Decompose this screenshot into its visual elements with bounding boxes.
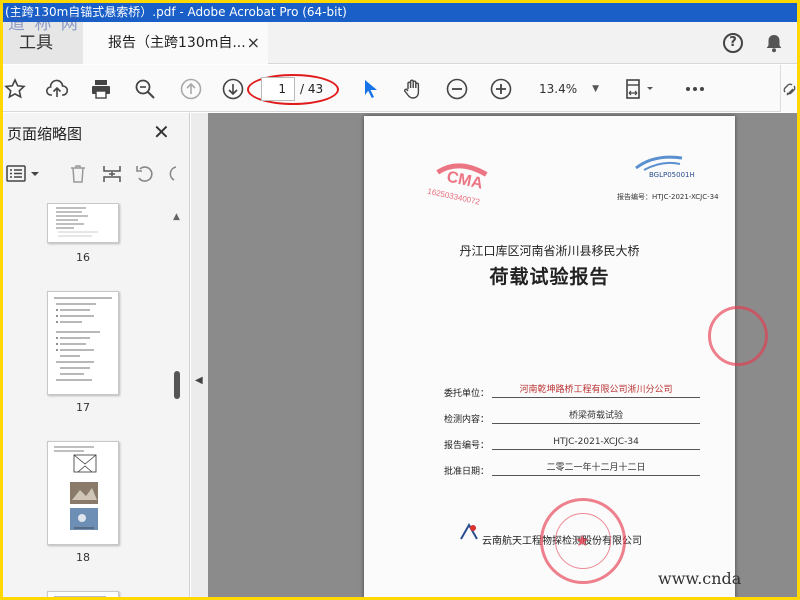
document-subtitle: 丹江口库区河南省淅川县移民大桥 — [459, 244, 640, 258]
help-icon[interactable]: ? — [723, 33, 743, 53]
field-value-content: 桥梁荷载试验 — [492, 410, 700, 424]
thumbnail-page-number: 17 — [76, 401, 90, 414]
thumbnail-list: 16 17 18 — [3, 203, 173, 597]
close-tab-icon[interactable]: × — [247, 22, 260, 64]
fit-page-icon[interactable] — [623, 77, 657, 101]
tab-bar: 工具 报告（主跨130m自... × ? — [3, 22, 797, 64]
field-value-date: 二零二一年十二月十二日 — [492, 462, 700, 476]
rotate-left-icon[interactable] — [134, 163, 156, 189]
thumbnail-page[interactable] — [47, 291, 119, 395]
page-up-icon[interactable] — [179, 77, 203, 101]
cloud-upload-icon[interactable] — [45, 77, 69, 101]
thumbnail-page[interactable] — [47, 203, 119, 243]
panel-toolbar — [3, 159, 190, 189]
seal-stamp-right — [708, 306, 768, 366]
cma-stamp: CMA 162503340072 — [420, 150, 509, 216]
chevron-down-icon: ▼ — [592, 84, 599, 94]
more-icon[interactable] — [683, 77, 707, 101]
rotate-right-icon[interactable] — [166, 163, 188, 189]
page-total: / 43 — [300, 82, 324, 96]
document-view[interactable]: CMA 162503340072 BGLP05001H 报告编号：HTJC-20… — [208, 113, 797, 597]
link-icon[interactable] — [780, 65, 797, 112]
zoom-search-icon[interactable] — [133, 77, 157, 101]
scrollbar-thumb[interactable] — [174, 371, 180, 399]
thumbnail-panel: 页面缩略图 ✕ 16 17 18 ▲ — [3, 113, 190, 597]
document-title: 荷载试验报告 — [489, 266, 610, 288]
document-page: CMA 162503340072 BGLP05001H 报告编号：HTJC-20… — [364, 116, 768, 597]
zoom-in-icon[interactable] — [489, 77, 513, 101]
certificate-code: BGLP05001H — [649, 171, 695, 179]
page-down-icon[interactable] — [221, 77, 245, 101]
select-cursor-icon[interactable] — [359, 77, 383, 101]
panel-splitter[interactable]: ◀ — [191, 113, 208, 597]
delete-page-icon[interactable] — [67, 163, 89, 189]
insert-page-icon[interactable] — [101, 163, 123, 189]
watermark-bottom-right: www.cnda — [658, 569, 742, 588]
collapse-arrow-icon[interactable]: ◀ — [195, 375, 203, 386]
field-label-date: 批准日期： — [444, 467, 490, 477]
thumbnail-scrollbar[interactable]: ▲ — [170, 206, 184, 597]
bookmark-star-icon[interactable] — [3, 77, 27, 101]
page-number-input[interactable]: 1 — [261, 77, 295, 101]
close-panel-icon[interactable]: ✕ — [153, 120, 170, 144]
scroll-up-arrow-icon[interactable]: ▲ — [173, 212, 180, 222]
company-seal: ★ — [540, 498, 626, 584]
company-logo — [458, 522, 480, 542]
acrobat-window: (主跨130m自锚式悬索桥）.pdf - Adobe Acrobat Pro (… — [3, 3, 797, 597]
thumbnail-page[interactable] — [47, 441, 119, 545]
notification-bell-icon[interactable] — [763, 32, 785, 58]
print-icon[interactable] — [89, 77, 113, 101]
zoom-value: 13.4% — [539, 82, 578, 96]
tab-document[interactable]: 报告（主跨130m自... × — [83, 22, 268, 64]
zoom-select[interactable]: 13.4% ▼ — [531, 77, 605, 101]
field-label-client: 委托单位： — [444, 389, 490, 399]
thumbnail-page-number: 16 — [76, 251, 90, 264]
field-value-report-no: HTJC-2021-XCJC-34 — [492, 436, 700, 450]
hand-icon[interactable] — [401, 77, 425, 101]
zoom-out-icon[interactable] — [445, 77, 469, 101]
field-label-content: 检测内容： — [444, 415, 490, 425]
window-title: (主跨130m自锚式悬索桥）.pdf - Adobe Acrobat Pro (… — [3, 3, 797, 22]
thumbnail-page-number: 18 — [76, 551, 90, 564]
panel-title: 页面缩略图 — [7, 125, 83, 143]
tab-tools[interactable]: 工具 — [3, 22, 83, 64]
field-label-report-no: 报告编号： — [444, 441, 490, 451]
options-menu-icon[interactable] — [5, 163, 43, 189]
main-toolbar: 1 / 43 13.4% ▼ — [3, 65, 797, 112]
tab-document-label: 报告（主跨130m自... — [108, 35, 246, 51]
report-number-top: 报告编号：HTJC-2021-XCJC-34 — [617, 193, 719, 201]
field-value-client: 河南乾坤路桥工程有限公司淅川分公司 — [492, 384, 700, 398]
thumbnail-page[interactable] — [47, 591, 119, 597]
